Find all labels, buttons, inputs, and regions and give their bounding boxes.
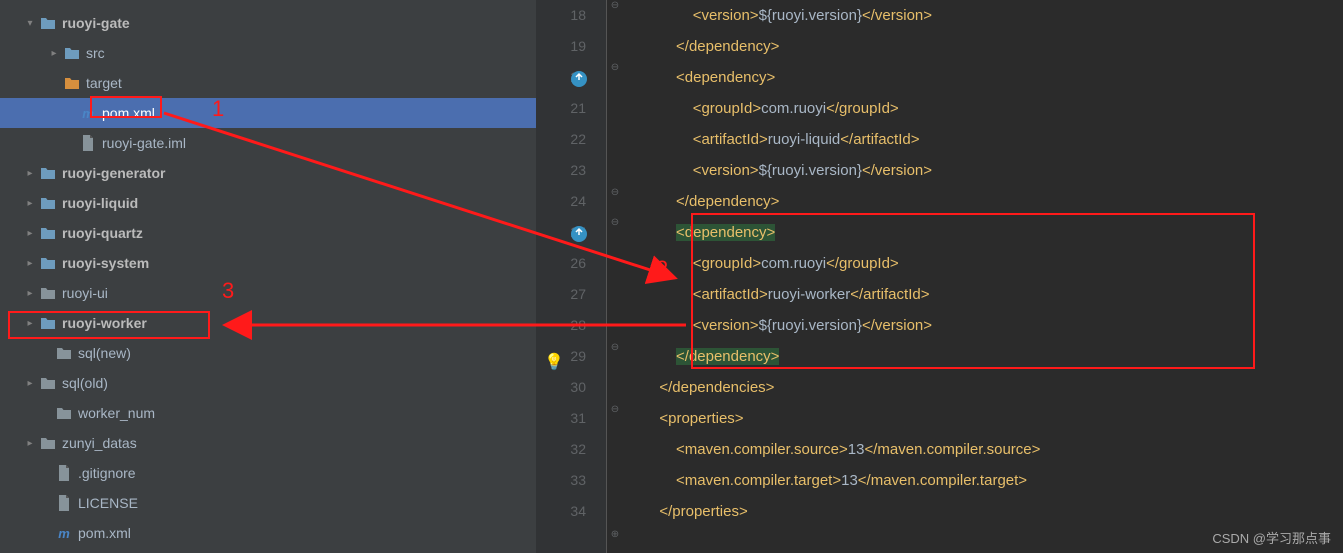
file-icon (56, 465, 72, 481)
chevron-down-icon[interactable]: ▾ (22, 15, 38, 31)
tree-item-label: ruoyi-generator (62, 165, 165, 181)
tree-item[interactable]: sql(new) (0, 338, 536, 368)
code-line[interactable]: </dependency> (626, 186, 1343, 217)
code-line[interactable]: </dependency> (626, 341, 1343, 372)
code-editor: 181920212223242526272829💡3031323334 ⊖⊖⊖⊖… (536, 0, 1343, 553)
folder-icon (56, 405, 72, 421)
code-line[interactable]: <artifactId>ruoyi-worker</artifactId> (626, 279, 1343, 310)
maven-icon: m (56, 525, 72, 541)
code-line[interactable]: <version>${ruoyi.version}</version> (626, 310, 1343, 341)
folder-icon (40, 375, 56, 391)
tree-item[interactable]: ▸ sql(old) (0, 368, 536, 398)
fold-toggle-icon[interactable]: ⊖ (609, 62, 621, 73)
tree-item[interactable]: ▸ ruoyi-worker (0, 308, 536, 338)
file-icon (56, 495, 72, 511)
project-tree[interactable]: ▾ruoyi-gate▸srctargetmpom.xmlruoyi-gate.… (0, 0, 536, 553)
chevron-right-icon[interactable]: ▸ (22, 255, 38, 271)
fold-toggle-icon[interactable]: ⊖ (609, 0, 621, 11)
code-line[interactable]: <dependency> (626, 217, 1343, 248)
code-line[interactable]: <version>${ruoyi.version}</version> (626, 155, 1343, 186)
code-line[interactable]: </dependencies> (626, 372, 1343, 403)
chevron-right-icon[interactable]: ▸ (46, 45, 62, 61)
tree-item-label: sql(new) (78, 345, 131, 361)
folder-icon (40, 165, 56, 181)
folder-icon (40, 15, 56, 31)
tree-item-label: ruoyi-gate (62, 15, 130, 31)
folder-icon (40, 225, 56, 241)
tree-item[interactable]: ▸ ruoyi-liquid (0, 188, 536, 218)
fold-toggle-icon[interactable]: ⊖ (609, 217, 621, 228)
folder-icon (40, 195, 56, 211)
folder-icon (40, 255, 56, 271)
tree-item[interactable]: target (0, 68, 536, 98)
maven-icon: m (80, 105, 96, 121)
code-line[interactable]: <version>${ruoyi.version}</version> (626, 0, 1343, 31)
watermark: CSDN @学习那点事 (1212, 528, 1331, 547)
tree-item-label: sql(old) (62, 375, 108, 391)
tree-item-label: ruoyi-worker (62, 315, 147, 331)
tree-item[interactable]: ▸ src (0, 38, 536, 68)
tree-item-label: ruoyi-liquid (62, 195, 138, 211)
tree-item-label: zunyi_datas (62, 435, 137, 451)
tree-item[interactable]: worker_num (0, 398, 536, 428)
fold-column[interactable]: ⊖ ⊖ ⊖ ⊖ ⊖ ⊖ ⊕ (606, 0, 626, 553)
tree-item[interactable]: ▸ ruoyi-ui (0, 278, 536, 308)
tree-item-label: pom.xml (78, 525, 131, 541)
folder-icon (40, 435, 56, 451)
tree-item[interactable]: ▸ ruoyi-quartz (0, 218, 536, 248)
code-line[interactable]: </dependency> (626, 31, 1343, 62)
code-line[interactable]: <dependency> (626, 62, 1343, 93)
tree-item[interactable]: .gitignore (0, 458, 536, 488)
folder-icon (64, 75, 80, 91)
tree-item[interactable]: ▸ ruoyi-generator (0, 158, 536, 188)
tree-item-label: ruoyi-system (62, 255, 149, 271)
chevron-right-icon[interactable]: ▸ (22, 285, 38, 301)
tree-item-label: ruoyi-quartz (62, 225, 143, 241)
chevron-right-icon[interactable]: ▸ (22, 165, 38, 181)
code-line[interactable]: <artifactId>ruoyi-liquid</artifactId> (626, 124, 1343, 155)
folder-icon (56, 345, 72, 361)
chevron-right-icon[interactable]: ▸ (22, 195, 38, 211)
code-line[interactable]: </properties> (626, 496, 1343, 527)
tree-item[interactable]: m pom.xml (0, 98, 536, 128)
tree-item-label: .gitignore (78, 465, 136, 481)
tree-item[interactable]: ▸ zunyi_datas (0, 428, 536, 458)
tree-item-label: target (86, 75, 122, 91)
fold-toggle-icon[interactable]: ⊖ (609, 404, 621, 415)
chevron-right-icon[interactable]: ▸ (22, 315, 38, 331)
code-line[interactable]: <groupId>com.ruoyi</groupId> (626, 248, 1343, 279)
tree-item[interactable]: ▸ ruoyi-system (0, 248, 536, 278)
tree-item-label: src (86, 45, 105, 61)
tree-item[interactable]: m pom.xml (0, 518, 536, 548)
tree-item[interactable]: LICENSE (0, 488, 536, 518)
fold-toggle-icon[interactable]: ⊖ (609, 342, 621, 353)
code-line[interactable]: <properties> (626, 403, 1343, 434)
tree-item-label: LICENSE (78, 495, 138, 511)
folder-icon (64, 45, 80, 61)
chevron-right-icon[interactable]: ▸ (22, 435, 38, 451)
tree-item-label: ruoyi-gate.iml (102, 135, 186, 151)
chevron-right-icon[interactable]: ▸ (22, 225, 38, 241)
tree-item[interactable]: ruoyi-gate.iml (0, 128, 536, 158)
folder-icon (40, 285, 56, 301)
fold-toggle-icon[interactable]: ⊖ (609, 187, 621, 198)
line-gutter: 181920212223242526272829💡3031323334 (536, 0, 606, 553)
tree-item-label: ruoyi-ui (62, 285, 108, 301)
file-icon (80, 135, 96, 151)
code-line[interactable]: <maven.compiler.target>13</maven.compile… (626, 465, 1343, 496)
tree-item-label: pom.xml (102, 105, 155, 121)
code-area[interactable]: <version>${ruoyi.version}</version> </de… (626, 0, 1343, 553)
tree-item[interactable]: ▾ ruoyi-gate (0, 8, 536, 38)
folder-icon (40, 315, 56, 331)
code-line[interactable]: <groupId>com.ruoyi</groupId> (626, 93, 1343, 124)
chevron-right-icon[interactable]: ▸ (22, 375, 38, 391)
tree-item-label: worker_num (78, 405, 155, 421)
fold-toggle-icon[interactable]: ⊕ (609, 529, 621, 540)
code-line[interactable]: <maven.compiler.source>13</maven.compile… (626, 434, 1343, 465)
